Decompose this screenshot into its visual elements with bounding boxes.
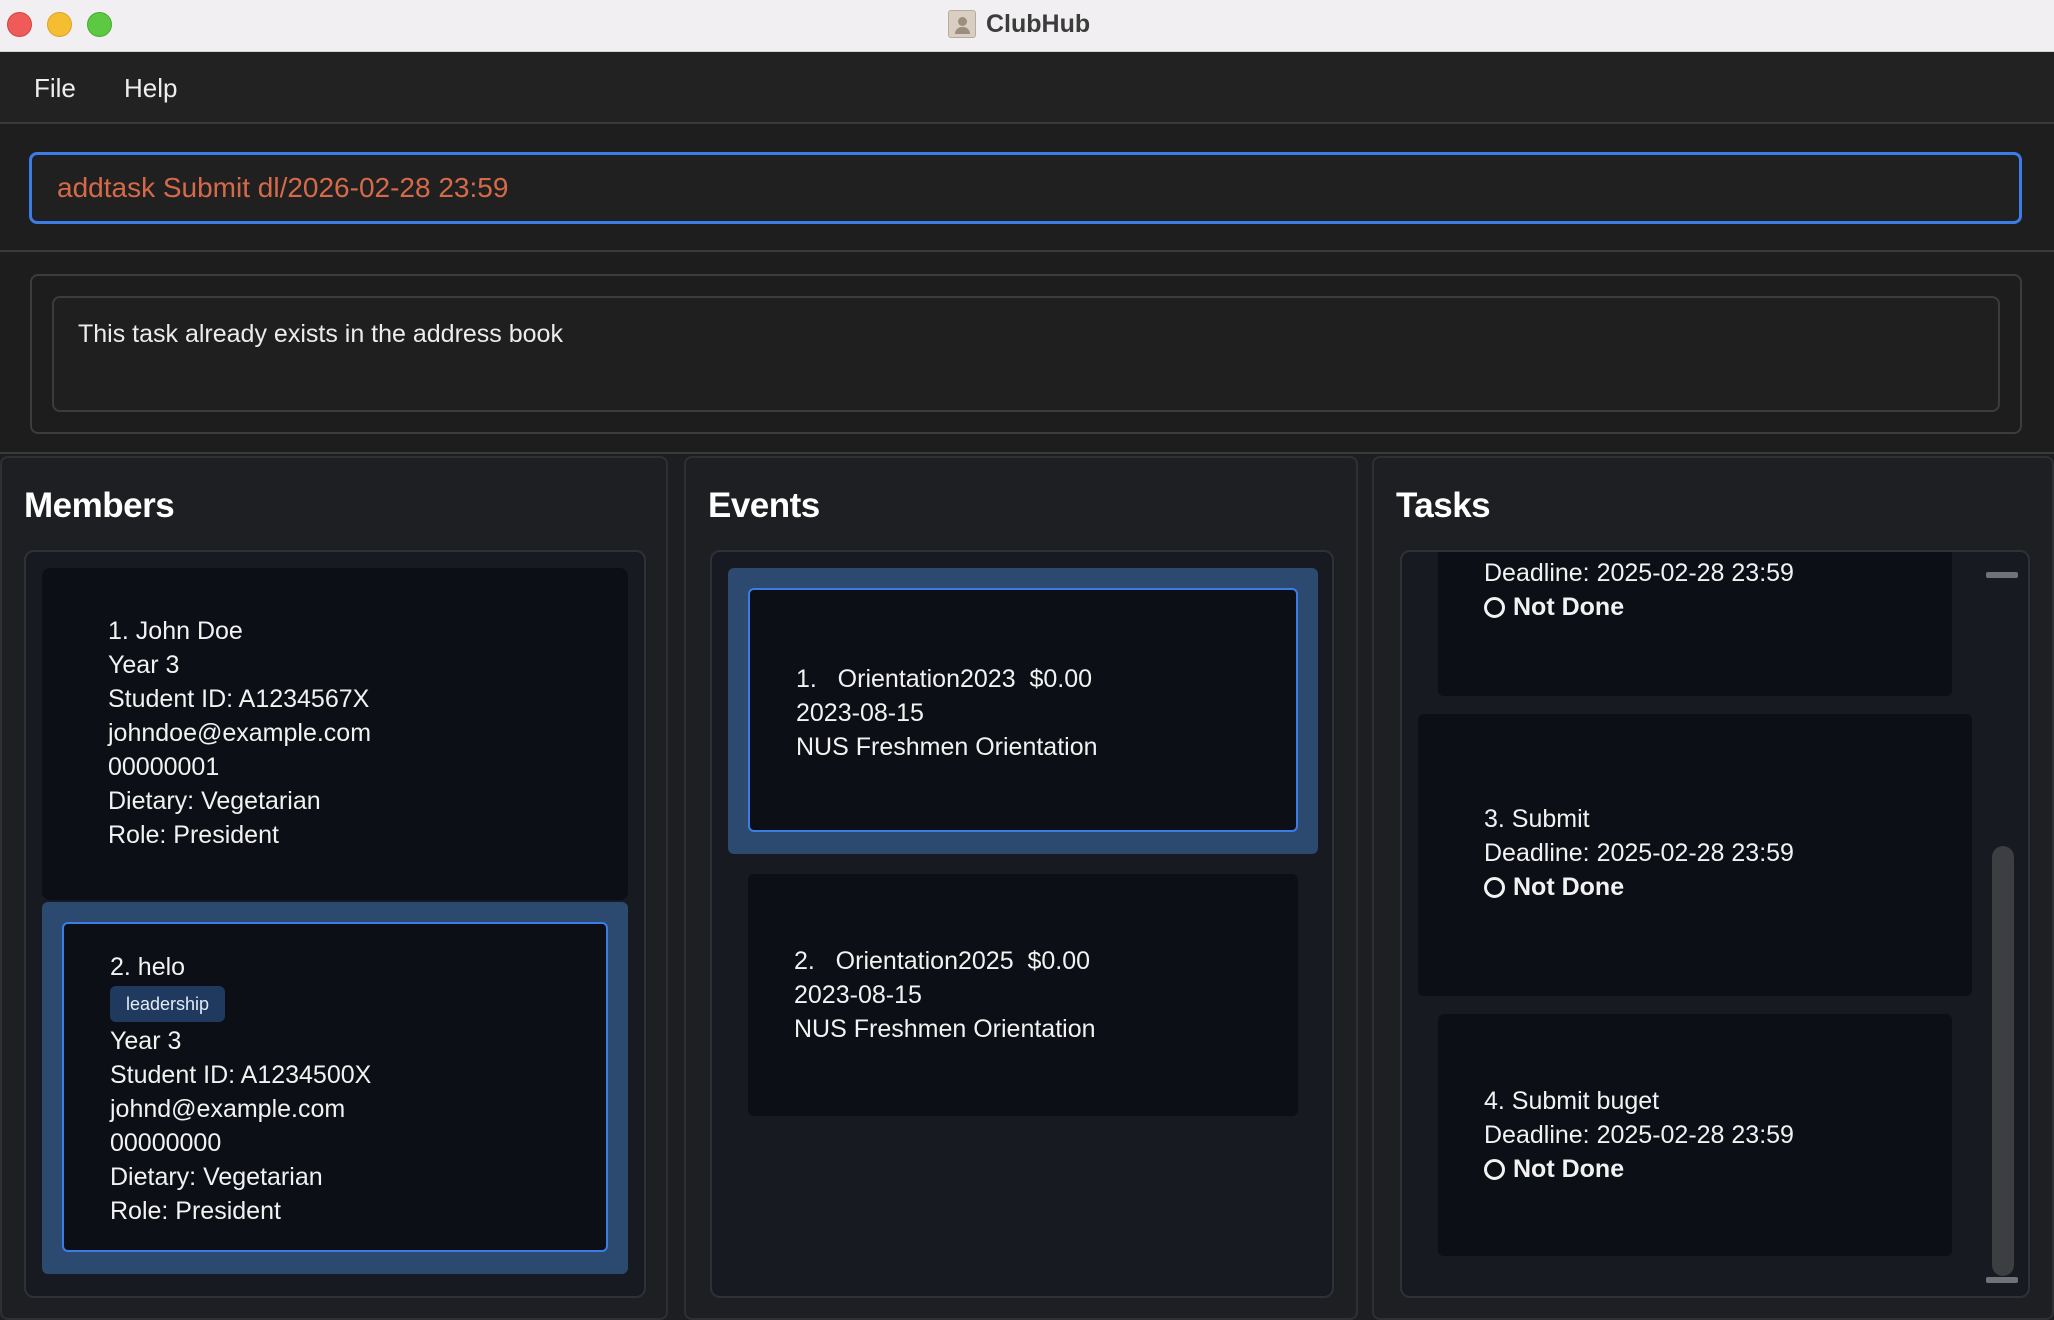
member-card-selected-frame: 2. helo leadership Year 3 Student ID: A1…	[62, 922, 608, 1252]
member-phone: 00000000	[110, 1129, 222, 1157]
result-display-frame: This task already exists in the address …	[30, 274, 2022, 434]
result-display[interactable]: This task already exists in the address …	[52, 296, 2000, 412]
window-title: ClubHub	[986, 10, 1091, 38]
event-description: NUS Freshmen Orientation	[794, 1015, 1096, 1043]
tasks-panel: Tasks Deadline: 2025-02-28 23:59 Not Don…	[1372, 456, 2054, 1320]
contact-book-icon	[948, 10, 976, 38]
tasks-list[interactable]: Deadline: 2025-02-28 23:59 Not Done 3. S…	[1400, 550, 2030, 1298]
circle-outline-icon	[1484, 596, 1505, 618]
command-box-panel	[0, 126, 2054, 252]
scroll-down-button[interactable]	[1986, 1277, 2018, 1283]
task-card[interactable]: 3. Submit Deadline: 2025-02-28 23:59 Not…	[1418, 714, 1972, 996]
event-description: NUS Freshmen Orientation	[796, 733, 1098, 761]
scroll-up-button[interactable]	[1986, 572, 2018, 578]
minimize-window-button[interactable]	[47, 12, 72, 37]
member-student-id: Student ID: A1234567X	[108, 685, 370, 713]
task-name: 3. Submit	[1484, 805, 1590, 833]
member-card-selected[interactable]: 2. helo leadership Year 3 Student ID: A1…	[42, 902, 628, 1274]
members-list[interactable]: 1. John Doe Year 3 Student ID: A1234567X…	[24, 550, 646, 1298]
close-window-button[interactable]	[7, 12, 32, 37]
result-message: This task already exists in the address …	[78, 320, 563, 348]
member-student-id: Student ID: A1234500X	[110, 1061, 372, 1089]
member-email: johndoe@example.com	[108, 719, 372, 747]
member-phone: 00000001	[108, 753, 220, 781]
task-card[interactable]: Deadline: 2025-02-28 23:59 Not Done	[1438, 552, 1952, 696]
members-title: Members	[24, 486, 175, 525]
member-year: Year 3	[108, 651, 180, 679]
member-dietary: Dietary: Vegetarian	[110, 1163, 323, 1191]
member-card[interactable]: 1. John Doe Year 3 Student ID: A1234567X…	[42, 568, 628, 900]
task-card[interactable]: 4. Submit buget Deadline: 2025-02-28 23:…	[1438, 1014, 1952, 1256]
member-dietary: Dietary: Vegetarian	[108, 787, 321, 815]
task-deadline: Deadline: 2025-02-28 23:59	[1484, 1121, 1794, 1149]
event-card-selected-frame: 1. Orientation2023 $0.00 2023-08-15 NUS …	[748, 588, 1298, 832]
circle-outline-icon	[1484, 876, 1505, 898]
menu-help[interactable]: Help	[124, 72, 177, 104]
events-title: Events	[708, 486, 820, 525]
event-date: 2023-08-15	[796, 699, 924, 727]
members-panel: Members 1. John Doe Year 3 Student ID: A…	[0, 456, 668, 1320]
task-status-label: Not Done	[1513, 593, 1625, 621]
member-tag: leadership	[110, 986, 226, 1022]
tasks-scrollbar[interactable]	[1980, 562, 2020, 1290]
member-name: 2. helo	[110, 953, 186, 981]
events-list[interactable]: 1. Orientation2023 $0.00 2023-08-15 NUS …	[710, 550, 1334, 1298]
member-email: johnd@example.com	[110, 1095, 346, 1123]
event-card-selected[interactable]: 1. Orientation2023 $0.00 2023-08-15 NUS …	[728, 568, 1318, 854]
window-titlebar: ClubHub	[0, 0, 2054, 52]
member-role: Role: President	[110, 1197, 281, 1225]
task-deadline: Deadline: 2025-02-28 23:59	[1484, 839, 1794, 867]
event-header: 2. Orientation2025 $0.00	[794, 947, 1091, 975]
member-role: Role: President	[108, 821, 279, 849]
result-display-panel: This task already exists in the address …	[0, 254, 2054, 454]
member-name: 1. John Doe	[108, 617, 243, 645]
event-header: 1. Orientation2023 $0.00	[796, 665, 1093, 693]
tasks-title: Tasks	[1396, 486, 1491, 525]
menu-file[interactable]: File	[34, 72, 76, 104]
circle-outline-icon	[1484, 1158, 1505, 1180]
member-year: Year 3	[110, 1027, 182, 1055]
menu-bar: File Help	[0, 52, 2054, 124]
task-status-label: Not Done	[1513, 1155, 1625, 1183]
command-input[interactable]	[29, 152, 2022, 224]
task-status: Not Done	[1484, 590, 1794, 624]
events-panel: Events 1. Orientation2023 $0.00 2023-08-…	[684, 456, 1358, 1320]
event-card[interactable]: 2. Orientation2025 $0.00 2023-08-15 NUS …	[748, 874, 1298, 1116]
task-status: Not Done	[1484, 1152, 1794, 1186]
task-status-label: Not Done	[1513, 873, 1625, 901]
task-deadline: Deadline: 2025-02-28 23:59	[1484, 559, 1794, 587]
maximize-window-button[interactable]	[87, 12, 112, 37]
scroll-thumb[interactable]	[1992, 846, 2014, 1276]
event-date: 2023-08-15	[794, 981, 922, 1009]
task-status: Not Done	[1484, 870, 1794, 904]
task-name: 4. Submit buget	[1484, 1087, 1660, 1115]
